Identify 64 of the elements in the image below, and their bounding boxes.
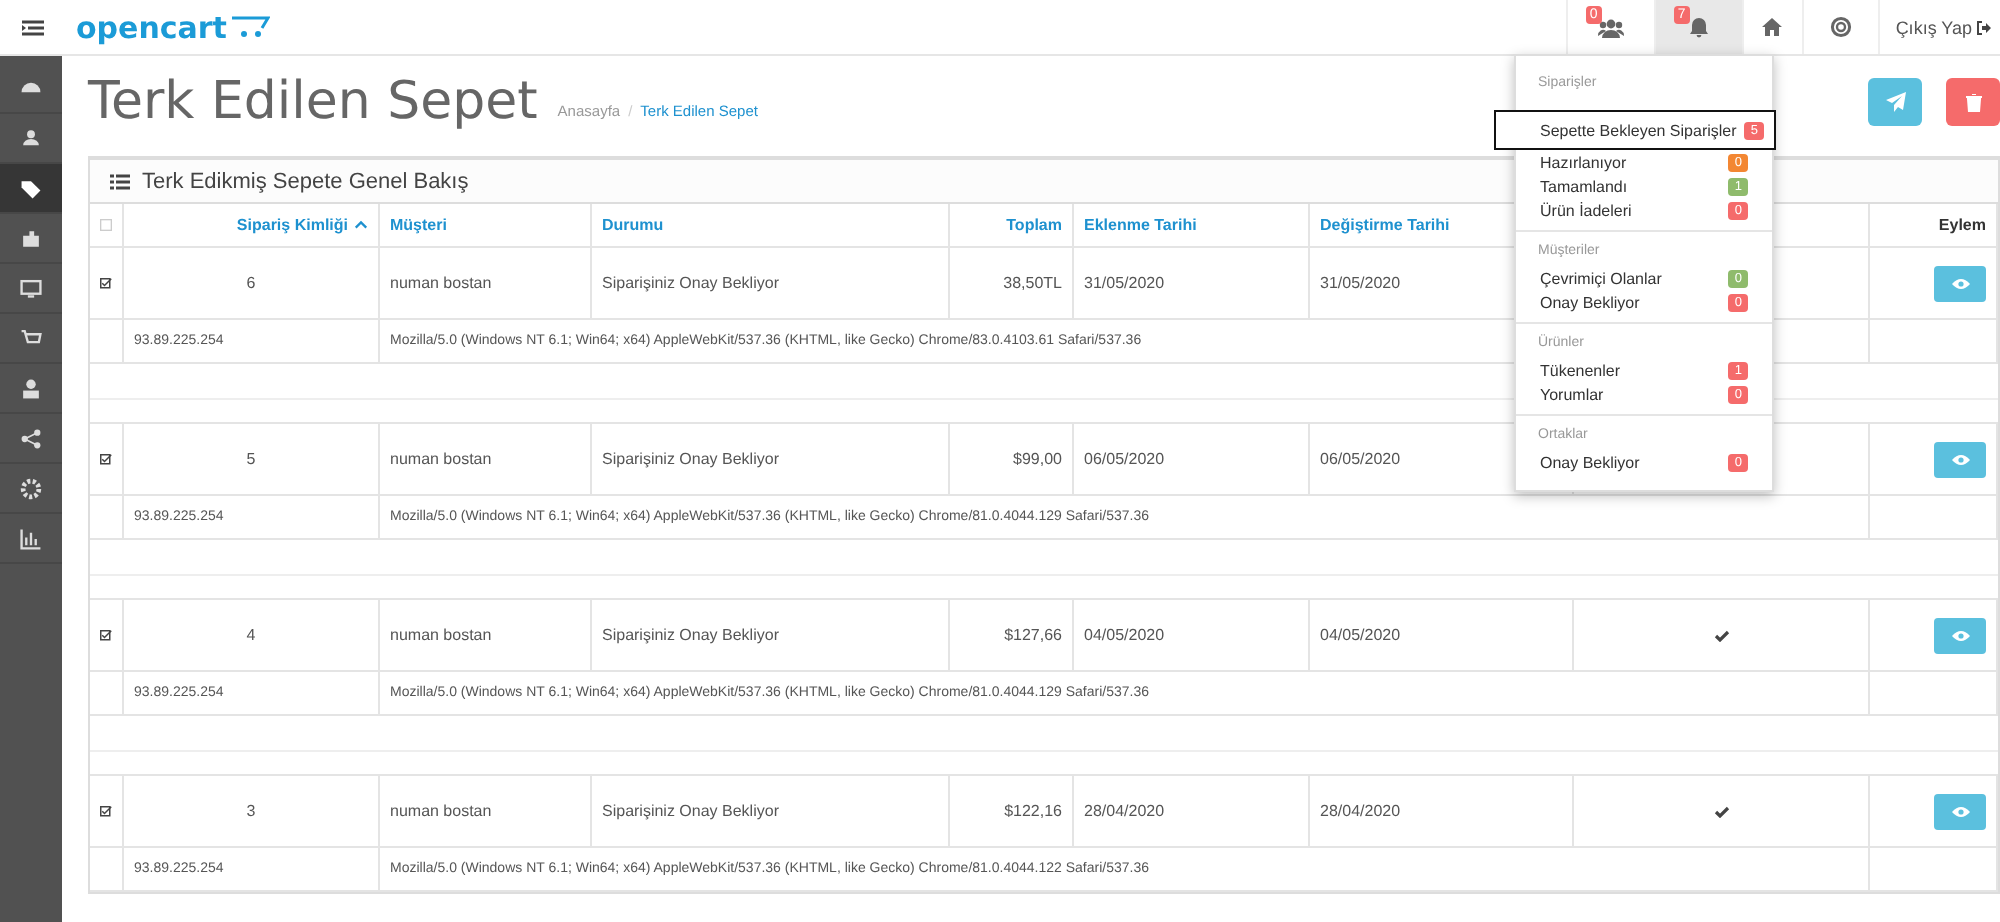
checked-checkbox-icon[interactable] xyxy=(100,627,112,643)
eye-icon xyxy=(1951,805,1969,817)
table-cell: 28/04/2020 xyxy=(1084,802,1165,820)
table-cell: 31/05/2020 xyxy=(1084,274,1165,292)
list-icon xyxy=(110,173,130,189)
sidebar-item[interactable] xyxy=(0,164,62,214)
eye-icon xyxy=(1951,277,1969,289)
table-cell: numan bostan xyxy=(390,450,492,468)
eye-icon xyxy=(1951,629,1969,641)
checkmark-icon xyxy=(1713,805,1729,817)
menu-icon xyxy=(21,19,43,35)
table-cell: 06/05/2020 xyxy=(1084,450,1165,468)
delete-button[interactable] xyxy=(1946,78,2000,126)
table-cell: $99,00 xyxy=(1013,450,1062,468)
table-cell: 06/05/2020 xyxy=(1320,450,1401,468)
sort-caret-icon xyxy=(354,220,368,230)
column-header[interactable]: Eylem xyxy=(1938,216,1986,234)
column-header[interactable]: Durumu xyxy=(602,216,664,234)
user-icon xyxy=(20,377,42,399)
column-header[interactable]: Toplam xyxy=(1006,216,1062,234)
table-cell: 5 xyxy=(246,450,256,468)
table-cell: 4 xyxy=(246,626,256,644)
settings-icon xyxy=(20,477,42,499)
table-cell: numan bostan xyxy=(390,626,492,644)
table-cell: $127,66 xyxy=(1004,626,1062,644)
select-all-checkbox[interactable] xyxy=(100,216,112,234)
eye-icon xyxy=(1951,453,1969,465)
table-cell: $122,16 xyxy=(1004,802,1062,820)
table-cell: 38,50TL xyxy=(1003,274,1062,292)
bell-icon xyxy=(1687,16,1710,38)
sign-out-icon xyxy=(1976,19,1992,35)
column-header[interactable]: Eklenme Tarihi xyxy=(1084,216,1197,234)
table-cell: 04/05/2020 xyxy=(1084,626,1165,644)
share-icon xyxy=(20,427,42,449)
table-cell: 28/04/2020 xyxy=(1320,802,1401,820)
table-cell: Siparişiniz Onay Bekliyor xyxy=(602,802,779,820)
checked-checkbox-icon[interactable] xyxy=(100,275,112,291)
page-title: Terk Edilen Sepet xyxy=(88,72,538,132)
monitor-icon xyxy=(20,277,42,299)
trash-icon xyxy=(1965,93,1981,111)
tag-icon xyxy=(20,177,42,199)
panel-title: Terk Edikmiş Sepete Genel Bakış xyxy=(142,169,469,193)
paper-plane-icon xyxy=(1885,92,1905,112)
logo-text: opencart xyxy=(76,9,227,45)
checked-checkbox-icon[interactable] xyxy=(100,451,112,467)
table-cell: numan bostan xyxy=(390,802,492,820)
column-header[interactable]: Sipariş Kimliği xyxy=(236,216,348,234)
bar-chart-icon xyxy=(20,527,42,549)
checked-checkbox-icon[interactable] xyxy=(100,803,112,819)
table-cell: 31/05/2020 xyxy=(1320,274,1401,292)
table-cell: 04/05/2020 xyxy=(1320,626,1401,644)
table-cell: Siparişiniz Onay Bekliyor xyxy=(602,626,779,644)
table-cell: numan bostan xyxy=(390,274,492,292)
cart-logo-icon xyxy=(230,16,271,38)
life-ring-icon xyxy=(1829,16,1852,38)
table-cell: 3 xyxy=(246,802,256,820)
cart-icon xyxy=(20,327,42,349)
table-cell: Siparişiniz Onay Bekliyor xyxy=(602,450,779,468)
column-header[interactable]: Değiştirme Tarihi xyxy=(1320,216,1450,234)
home-icon xyxy=(1762,18,1783,36)
column-header[interactable]: Müşteri xyxy=(390,216,447,234)
table-cell: 6 xyxy=(246,274,256,292)
checkmark-icon xyxy=(1713,629,1729,641)
table-cell: Siparişiniz Onay Bekliyor xyxy=(602,274,779,292)
